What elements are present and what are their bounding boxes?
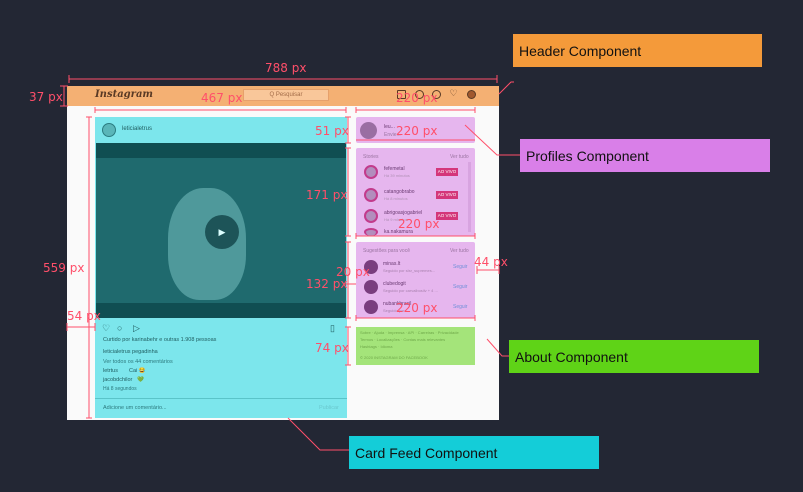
- header-component-callout: Header Component: [513, 34, 762, 67]
- dim-stories-height: 171 px: [306, 188, 348, 202]
- dim-feed-margin: 54 px: [67, 309, 101, 323]
- dim-page-width: 788 px: [265, 61, 307, 75]
- dim-profile-width: 220 px: [396, 124, 438, 138]
- dim-suggest-margin: 44 px: [474, 255, 508, 269]
- dim-profile-height: 51 px: [315, 124, 349, 138]
- dim-about-height: 74 px: [315, 341, 349, 355]
- dim-feed-width: 467 px: [201, 91, 243, 105]
- dim-sidebar-width: 220 px: [396, 91, 438, 105]
- profiles-component-callout: Profiles Component: [520, 139, 770, 172]
- dim-header-height: 37 px: [29, 90, 63, 104]
- dim-suggest-height: 132 px: [306, 277, 348, 291]
- about-component-callout: About Component: [509, 340, 759, 373]
- dim-stories-width: 220 px: [398, 217, 440, 231]
- dimension-guides: [60, 75, 520, 451]
- dim-page-height: 559 px: [43, 261, 85, 275]
- card-feed-component-callout: Card Feed Component: [349, 436, 599, 469]
- dim-suggest-width: 220 px: [396, 301, 438, 315]
